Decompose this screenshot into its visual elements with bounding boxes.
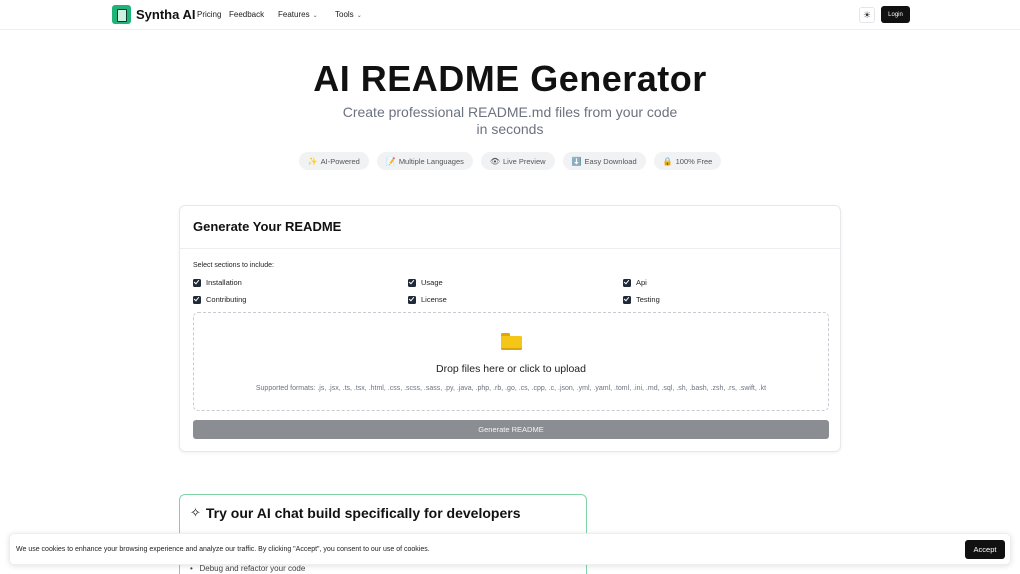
checkbox-contributing[interactable]: Contributing (193, 295, 246, 304)
dropzone-text: Drop files here or click to upload (436, 363, 586, 375)
checkbox-testing[interactable]: Testing (623, 295, 660, 304)
divider (180, 248, 840, 249)
checkbox-label: Api (636, 278, 647, 287)
checkbox-installation[interactable]: Installation (193, 278, 242, 287)
nav-link-pricing[interactable]: Pricing (197, 10, 221, 19)
checkbox-checked-icon[interactable] (408, 295, 416, 304)
promo-title-text: Try our AI chat build specifically for d… (205, 505, 521, 521)
chevron-down-icon: ⌄ (356, 13, 362, 19)
generate-readme-button[interactable]: Generate README (193, 420, 829, 439)
feature-pill-download: ⬇️ Easy Download (562, 152, 646, 170)
brand-name[interactable]: Syntha AI (136, 7, 195, 22)
top-navbar: Syntha AI Pricing Feedback Features ⌄ Too… (0, 0, 1020, 30)
memo-icon: 📝 (385, 156, 396, 166)
theme-toggle-button[interactable]: ☀ (859, 7, 875, 23)
checkbox-usage[interactable]: Usage (408, 278, 443, 287)
checkbox-api[interactable]: Api (623, 278, 647, 287)
sparkle-icon: ✨ (307, 156, 318, 166)
readme-generator-card: Generate Your README Select sections to … (179, 205, 841, 452)
checkbox-label: License (421, 295, 447, 304)
page-subtitle: Create professional README.md files from… (342, 104, 678, 137)
file-dropzone[interactable]: Drop files here or click to upload Suppo… (193, 312, 829, 411)
nav-link-feedback[interactable]: Feedback (229, 10, 264, 19)
feature-pill-ai-powered: ✨ AI-Powered (298, 152, 369, 170)
pill-label: Easy Download (584, 156, 637, 166)
lock-icon: 🔒 (662, 156, 673, 166)
feature-pill-preview: 👁 Live Preview (480, 152, 555, 170)
bullet-text: Debug and refactor your code (199, 564, 306, 573)
folder-icon (501, 333, 522, 350)
cookie-banner: We use cookies to enhance your browsing … (9, 533, 1011, 565)
feature-pill-free: 🔒 100% Free (653, 152, 722, 170)
eye-icon: 👁 (489, 156, 501, 166)
nav-dropdown-label: Tools (335, 10, 354, 19)
pill-label: AI-Powered (320, 156, 360, 166)
checkbox-label: Usage (421, 278, 443, 287)
pill-label: 100% Free (675, 156, 713, 166)
checkbox-checked-icon[interactable] (623, 295, 631, 304)
checkbox-checked-icon[interactable] (623, 278, 631, 287)
sun-icon: ☀ (862, 9, 872, 20)
feature-pills: ✨ AI-Powered 📝 Multiple Languages 👁 Live Pr… (0, 152, 1020, 170)
checkbox-license[interactable]: License (408, 295, 447, 304)
page-title: AI README Generator (313, 58, 707, 99)
sparkles-icon: ✧ (190, 505, 201, 520)
cookie-text: We use cookies to enhance your browsing … (16, 546, 430, 553)
nav-dropdown-features[interactable]: Features ⌄ (278, 10, 318, 19)
pill-label: Multiple Languages (398, 156, 464, 166)
document-logo-icon[interactable] (112, 5, 131, 24)
supported-formats: Supported formats: .js, .jsx, .ts, .tsx,… (255, 385, 767, 392)
nav-dropdown-tools[interactable]: Tools ⌄ (335, 10, 362, 19)
nav-dropdown-label: Features (278, 10, 310, 19)
checkbox-checked-icon[interactable] (193, 278, 201, 287)
checkbox-checked-icon[interactable] (408, 278, 416, 287)
login-button[interactable]: Login (881, 6, 910, 23)
download-arrow-icon: ⬇️ (571, 156, 582, 166)
chevron-down-icon: ⌄ (312, 13, 318, 19)
checkbox-label: Contributing (206, 295, 247, 304)
list-item: • Debug and refactor your code (190, 564, 306, 573)
accept-cookies-button[interactable]: Accept (965, 540, 1005, 559)
checkbox-checked-icon[interactable] (193, 295, 201, 304)
checkbox-label: Testing (636, 295, 660, 304)
card-title: Generate Your README (193, 219, 342, 234)
checkbox-label: Installation (206, 278, 242, 287)
sections-label: Select sections to include: (193, 262, 274, 269)
promo-title: ✧ Try our AI chat build specifically for… (190, 505, 520, 521)
pill-label: Live Preview (503, 156, 546, 166)
feature-pill-languages: 📝 Multiple Languages (376, 152, 473, 170)
